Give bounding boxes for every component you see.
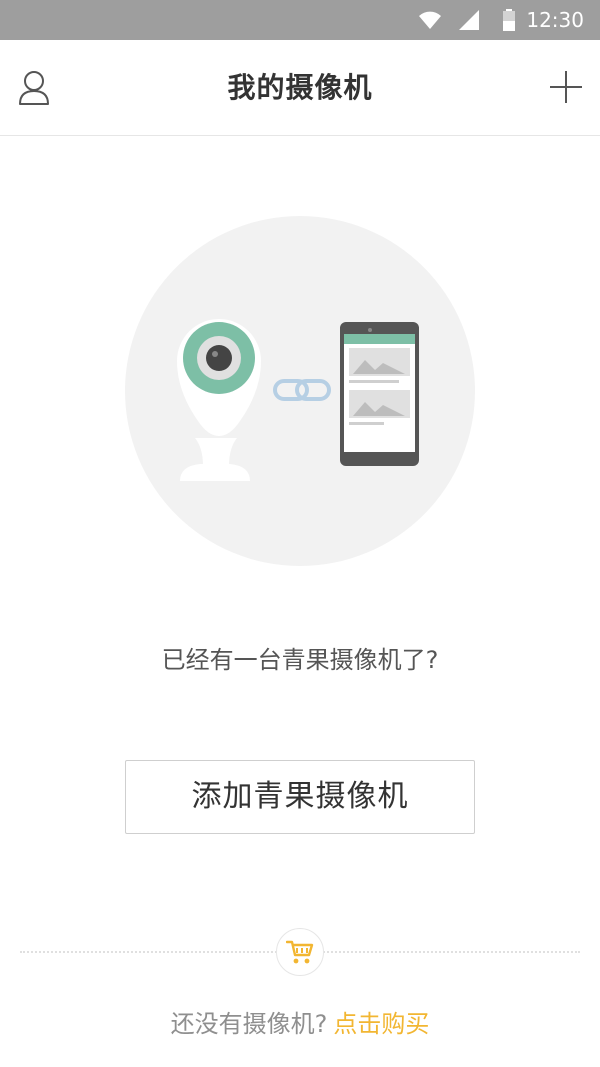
existing-camera-prompt: 已经有一台青果摄像机了? [161, 646, 439, 674]
add-camera-button[interactable]: 添加青果摄像机 [125, 760, 475, 834]
page-title: 我的摄像机 [227, 71, 373, 104]
buy-row: 还没有摄像机? 点击购买 [0, 1004, 600, 1039]
app-header: 我的摄像机 [0, 40, 600, 136]
buy-link[interactable]: 点击购买 [333, 1010, 429, 1038]
wifi-icon [419, 11, 441, 29]
camera-icon [177, 319, 261, 481]
link-icon [273, 379, 331, 401]
cart-badge[interactable] [276, 928, 324, 976]
cell-signal-icon [459, 10, 479, 30]
status-time: 12:30 [526, 8, 584, 32]
battery-icon [503, 9, 515, 31]
status-bar: 12:30 [0, 0, 600, 40]
no-camera-question: 还没有摄像机? [170, 1010, 328, 1038]
add-camera-plus-button[interactable] [546, 67, 586, 107]
phone-icon [340, 322, 419, 466]
hero-illustration [125, 216, 475, 566]
plus-icon [550, 71, 582, 103]
cart-icon [286, 940, 314, 964]
